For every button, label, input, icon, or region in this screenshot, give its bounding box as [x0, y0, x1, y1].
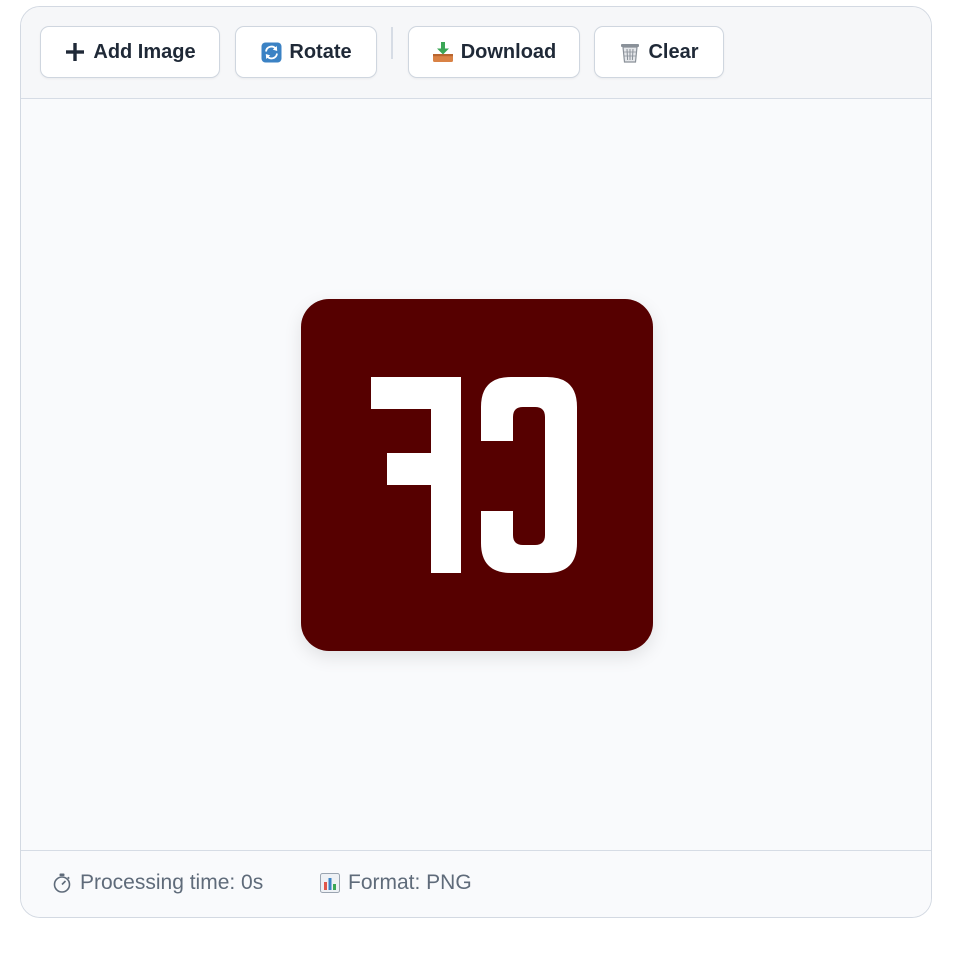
format-text: Format: PNG	[348, 871, 472, 894]
processing-time-stat: Processing time: 0s	[51, 871, 263, 895]
rotate-button[interactable]: Rotate	[235, 26, 377, 78]
rotate-icon	[260, 41, 282, 63]
preview-image	[301, 299, 653, 651]
status-footer: Processing time: 0s Format: PNG	[21, 850, 931, 917]
download-icon	[432, 41, 454, 63]
stopwatch-icon	[51, 872, 73, 894]
image-canvas	[21, 99, 931, 850]
plus-icon	[64, 41, 86, 63]
toolbar-separator	[391, 27, 393, 59]
editor-page: Add Image Rotate Download Clear Processi…	[0, 0, 958, 954]
clear-label: Clear	[648, 40, 699, 63]
bar-chart-icon	[319, 872, 341, 894]
format-stat: Format: PNG	[319, 871, 472, 895]
download-label: Download	[460, 40, 557, 63]
add-image-button[interactable]: Add Image	[40, 26, 220, 78]
trash-icon	[619, 41, 641, 63]
clear-button[interactable]: Clear	[594, 26, 724, 78]
add-image-label: Add Image	[93, 40, 196, 63]
rotate-label: Rotate	[289, 40, 352, 63]
processing-time-text: Processing time: 0s	[80, 871, 264, 894]
download-button[interactable]: Download	[408, 26, 580, 78]
image-editor-panel: Add Image Rotate Download Clear Processi…	[20, 6, 932, 918]
toolbar: Add Image Rotate Download Clear	[21, 7, 931, 99]
